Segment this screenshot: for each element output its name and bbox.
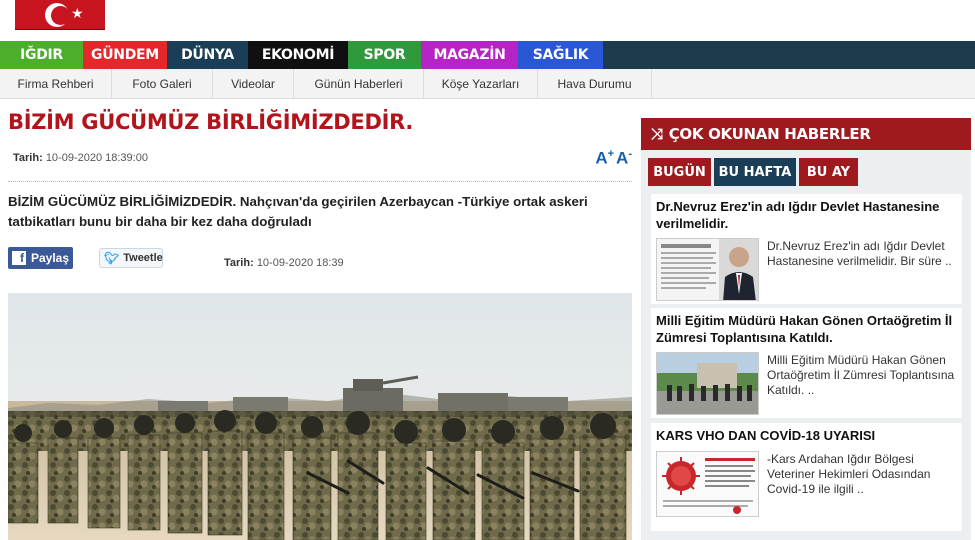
- article-date-secondary: Tarih: 10-09-2020 18:39: [224, 257, 344, 269]
- news-card-title[interactable]: Milli Eğitim Müdürü Hakan Gönen Ortaöğre…: [656, 312, 961, 346]
- nav-item-dunya[interactable]: DÜNYA: [167, 41, 248, 69]
- news-card-summary: Milli Eğitim Müdürü Hakan Gönen Ortaöğre…: [767, 353, 955, 397]
- star-icon: ★: [71, 5, 84, 21]
- news-card-summary: Dr.Nevruz Erez'in adı Iğdır Devlet Hasta…: [767, 239, 952, 268]
- popular-news-panel: ⤨ ÇOK OKUNAN HABERLER BUGÜN BU HAFTA BU …: [641, 118, 971, 540]
- main-nav: IĞDIR GÜNDEM DÜNYA EKONOMİ SPOR MAGAZİN …: [0, 41, 975, 69]
- soldiers-parade-image: [8, 293, 632, 540]
- divider: [8, 181, 632, 182]
- article-photo: [8, 293, 632, 540]
- news-card-title[interactable]: Dr.Nevruz Erez'in adı Iğdır Devlet Hasta…: [656, 198, 961, 232]
- tab-bugun[interactable]: BUGÜN: [648, 158, 711, 186]
- font-size-controls: A+ A-: [595, 148, 632, 169]
- nav-item-spor[interactable]: SPOR: [348, 41, 421, 69]
- site-logo[interactable]: ★: [15, 0, 105, 30]
- nav-item-saglik[interactable]: SAĞLIK: [518, 41, 603, 69]
- facebook-share-label: Paylaş: [31, 251, 70, 265]
- facebook-icon: f: [12, 251, 26, 265]
- news-card-summary: -Kars Ardahan Iğdır Bölgesi Veteriner He…: [767, 452, 931, 496]
- nav-item-igdir[interactable]: IĞDIR: [0, 41, 83, 69]
- tab-bu-hafta[interactable]: BU HAFTA: [714, 158, 796, 186]
- facebook-share-button[interactable]: f Paylaş: [8, 247, 73, 269]
- article-lead: BİZİM GÜCÜMÜZ BİRLİĞİMİZDEDİR. Nahçıvan'…: [8, 194, 588, 229]
- news-card-thumbnail[interactable]: [656, 238, 759, 301]
- date-label: Tarih:: [13, 152, 43, 164]
- news-card-thumbnail[interactable]: [656, 451, 759, 517]
- article: BİZİM GÜCÜMÜZ BİRLİĞİMİZDEDİR. Tarih: 10…: [8, 100, 632, 540]
- nav-item-gundem[interactable]: GÜNDEM: [83, 41, 167, 69]
- popular-news-header: ⤨ ÇOK OKUNAN HABERLER: [641, 118, 971, 150]
- subnav-item-videolar[interactable]: Videolar: [213, 69, 294, 98]
- news-card[interactable]: Milli Eğitim Müdürü Hakan Gönen Ortaöğre…: [651, 308, 962, 418]
- subnav-item-hava-durumu[interactable]: Hava Durumu: [538, 69, 652, 98]
- date-value: 10-09-2020 18:39:00: [45, 152, 148, 164]
- shuffle-icon: ⤨: [651, 125, 663, 143]
- article-title: BİZİM GÜCÜMÜZ BİRLİĞİMİZDEDİR.: [8, 110, 414, 134]
- font-decrease-button[interactable]: A-: [616, 148, 632, 169]
- nav-item-ekonomi[interactable]: EKONOMİ: [248, 41, 348, 69]
- twitter-share-button[interactable]: 🐦︎ Tweetle: [99, 248, 163, 268]
- news-card-title[interactable]: KARS VHO DAN COVİD-18 UYARISI: [656, 427, 961, 444]
- tab-bu-ay[interactable]: BU AY: [799, 158, 858, 186]
- subnav-item-gunun-haberleri[interactable]: Günün Haberleri: [294, 69, 424, 98]
- sub-nav: Firma Rehberi Foto Galeri Videolar Günün…: [0, 69, 975, 99]
- twitter-bird-icon: 🐦︎: [104, 251, 120, 265]
- crescent-icon: [45, 3, 70, 27]
- font-increase-button[interactable]: A+: [595, 148, 614, 169]
- news-card-thumbnail[interactable]: [656, 352, 759, 415]
- nav-item-magazin[interactable]: MAGAZİN: [421, 41, 518, 69]
- subnav-item-foto-galeri[interactable]: Foto Galeri: [112, 69, 213, 98]
- popular-news-tabs: BUGÜN BU HAFTA BU AY: [648, 158, 858, 186]
- popular-news-title: ÇOK OKUNAN HABERLER: [668, 125, 871, 143]
- twitter-share-label: Tweetle: [123, 252, 163, 264]
- article-date: Tarih: 10-09-2020 18:39:00: [13, 152, 148, 164]
- subnav-item-firma-rehberi[interactable]: Firma Rehberi: [0, 69, 112, 98]
- subnav-item-kose-yazarlari[interactable]: Köşe Yazarları: [424, 69, 538, 98]
- news-card[interactable]: KARS VHO DAN COVİD-18 UYARISI -Kars Arda…: [651, 423, 962, 531]
- news-card[interactable]: Dr.Nevruz Erez'in adı Iğdır Devlet Hasta…: [651, 194, 962, 304]
- site-header: ★: [0, 0, 975, 40]
- date2-label: Tarih:: [224, 257, 254, 269]
- date2-value: 10-09-2020 18:39: [256, 257, 344, 269]
